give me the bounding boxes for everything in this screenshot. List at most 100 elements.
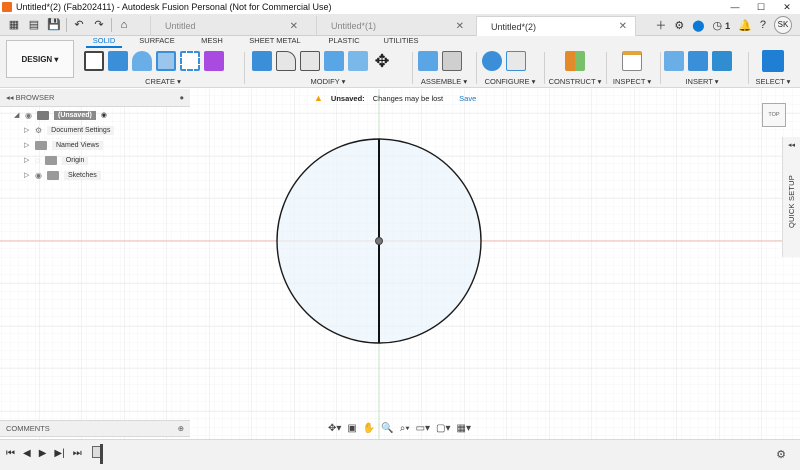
timeline-settings-icon[interactable]: ⚙ [776, 448, 786, 461]
step-forward-icon[interactable]: ▶| [54, 448, 64, 459]
timeline-marker[interactable] [100, 444, 103, 464]
expand-arrow-icon[interactable]: ▷ [24, 171, 30, 179]
maximize-button[interactable]: ☐ [748, 0, 774, 14]
revolve-icon[interactable] [132, 51, 152, 71]
move-copy-icon[interactable]: ✥ [372, 51, 392, 71]
quick-setup-panel[interactable]: ◂◂ QUICK SETUP [782, 137, 800, 257]
sketch-canvas[interactable] [0, 89, 800, 439]
visibility-icon[interactable]: ◉ [25, 111, 32, 120]
hole-icon[interactable] [156, 51, 176, 71]
tab-label: Untitled*(1) [331, 21, 377, 31]
create-form-icon[interactable] [204, 51, 224, 71]
notifications-icon[interactable]: 🔔 [738, 19, 752, 32]
tab-plastic[interactable]: PLASTIC [318, 36, 370, 48]
insert-mesh-icon[interactable] [688, 51, 708, 71]
shell-icon[interactable] [324, 51, 344, 71]
comments-panel-header[interactable]: COMMENTS ⊕ [0, 420, 190, 437]
view-cube[interactable]: TOP [762, 103, 786, 127]
collapse-arrow-icon[interactable]: ◢ [14, 111, 20, 119]
collapse-icon[interactable]: ◂◂ [783, 141, 800, 149]
tab-untitled-1[interactable]: Untitled*(1) ✕ [316, 16, 472, 36]
redo-icon[interactable]: ↷ [91, 18, 107, 31]
parameters-icon[interactable] [482, 51, 502, 71]
tab-solid[interactable]: SOLID [86, 36, 122, 48]
chamfer-icon[interactable] [300, 51, 320, 71]
insert-menu[interactable]: INSERT ▾ [664, 77, 740, 86]
configuration-table-icon[interactable] [506, 51, 526, 71]
expand-arrow-icon[interactable]: ▷ [24, 141, 30, 149]
visibility-icon[interactable]: ◉ [35, 171, 42, 180]
grid-menu-icon[interactable]: ▦ [6, 18, 22, 31]
new-tab-icon[interactable]: ＋ [655, 17, 666, 33]
help-icon[interactable]: ? [760, 19, 766, 31]
new-component-icon[interactable] [418, 51, 438, 71]
combine-icon[interactable] [348, 51, 368, 71]
construct-menu[interactable]: CONSTRUCT ▾ [548, 77, 602, 86]
step-back-icon[interactable]: ◀ [23, 448, 31, 459]
save-link[interactable]: Save [459, 94, 476, 103]
hidden-eye-icon[interactable]: ◌ [35, 156, 40, 165]
active-radio-icon[interactable]: ◉ [101, 111, 107, 119]
undo-icon[interactable]: ↶ [71, 18, 87, 31]
jobs-icon[interactable]: ◷ 1 [713, 19, 731, 32]
extensions-icon[interactable]: ⚙ [674, 19, 684, 32]
extrude-icon[interactable] [108, 51, 128, 71]
tree-item-named-views[interactable]: ▷ Named Views [24, 139, 104, 151]
viewports-icon[interactable]: ▦▾ [457, 423, 471, 434]
press-pull-icon[interactable] [252, 51, 272, 71]
home-icon[interactable]: ⌂ [116, 19, 132, 31]
insert-derive-icon[interactable] [664, 51, 684, 71]
origin-point[interactable] [375, 237, 383, 245]
tab-close-icon[interactable]: ✕ [619, 21, 627, 32]
joint-icon[interactable] [442, 51, 462, 71]
pattern-icon[interactable] [180, 51, 200, 71]
display-settings-icon[interactable]: ▭▾ [416, 423, 430, 434]
browser-panel-header[interactable]: ◂◂ BROWSER ● [0, 89, 190, 107]
tab-untitled-2[interactable]: Untitled*(2) ✕ [476, 16, 636, 36]
pan-icon[interactable]: ✋ [363, 423, 375, 434]
tab-mesh[interactable]: MESH [192, 36, 232, 48]
avatar[interactable]: SK [774, 16, 792, 34]
tab-sheet-metal[interactable]: SHEET METAL [232, 36, 318, 48]
tab-close-icon[interactable]: ✕ [290, 21, 298, 32]
tree-item-root[interactable]: ◢ ◉ (Unsaved) ◉ [14, 109, 107, 121]
tab-close-icon[interactable]: ✕ [456, 21, 464, 32]
select-icon[interactable] [762, 50, 784, 72]
measure-icon[interactable] [622, 51, 642, 71]
zoom-icon[interactable]: 🔍 [381, 423, 393, 434]
look-at-icon[interactable]: ▣ [347, 423, 356, 434]
tab-utilities[interactable]: UTILITIES [370, 36, 432, 48]
create-menu[interactable]: CREATE ▾ [84, 77, 242, 86]
expand-arrow-icon[interactable]: ▷ [24, 156, 30, 164]
modify-menu[interactable]: MODIFY ▾ [252, 77, 404, 86]
create-sketch-icon[interactable] [84, 51, 104, 71]
tab-untitled[interactable]: Untitled ✕ [150, 16, 306, 36]
orbit-icon[interactable]: ✥▾ [328, 423, 341, 434]
canvas-area[interactable]: ◂◂ BROWSER ● ◢ ◉ (Unsaved) ◉ ▷ ⚙ Documen… [0, 89, 800, 439]
close-window-button[interactable]: ✕ [774, 0, 800, 14]
assemble-menu[interactable]: ASSEMBLE ▾ [418, 77, 470, 86]
tab-surface[interactable]: SURFACE [122, 36, 192, 48]
expand-arrow-icon[interactable]: ▷ [24, 126, 30, 134]
grid-settings-icon[interactable]: ▢▾ [436, 423, 450, 434]
select-menu[interactable]: SELECT ▾ [752, 77, 794, 86]
add-comment-icon[interactable]: ⊕ [178, 424, 184, 433]
inspect-menu[interactable]: INSPECT ▾ [610, 77, 654, 86]
go-to-end-icon[interactable]: ⏭ [73, 448, 82, 459]
tree-item-document-settings[interactable]: ▷ ⚙ Document Settings [24, 124, 115, 136]
tree-item-origin[interactable]: ▷ ◌ Origin [24, 154, 89, 166]
fit-icon[interactable]: ⌕▾ [400, 423, 410, 434]
online-status-icon[interactable]: ⬤ [692, 19, 704, 32]
workspace-switcher-button[interactable]: DESIGN ▾ [6, 40, 74, 78]
fillet-icon[interactable] [276, 51, 296, 71]
browser-pin-icon[interactable]: ● [179, 93, 184, 102]
configure-menu[interactable]: CONFIGURE ▾ [482, 77, 538, 86]
file-icon[interactable]: ▤ [26, 18, 42, 31]
offset-plane-icon[interactable] [565, 51, 585, 71]
save-icon[interactable]: 💾 [46, 18, 62, 31]
canvas-image-icon[interactable] [712, 51, 732, 71]
minimize-button[interactable]: — [722, 0, 748, 14]
tree-item-sketches[interactable]: ▷ ◉ Sketches [24, 169, 101, 181]
play-icon[interactable]: ▶ [39, 448, 47, 459]
go-to-start-icon[interactable]: ⏮ [6, 448, 15, 459]
